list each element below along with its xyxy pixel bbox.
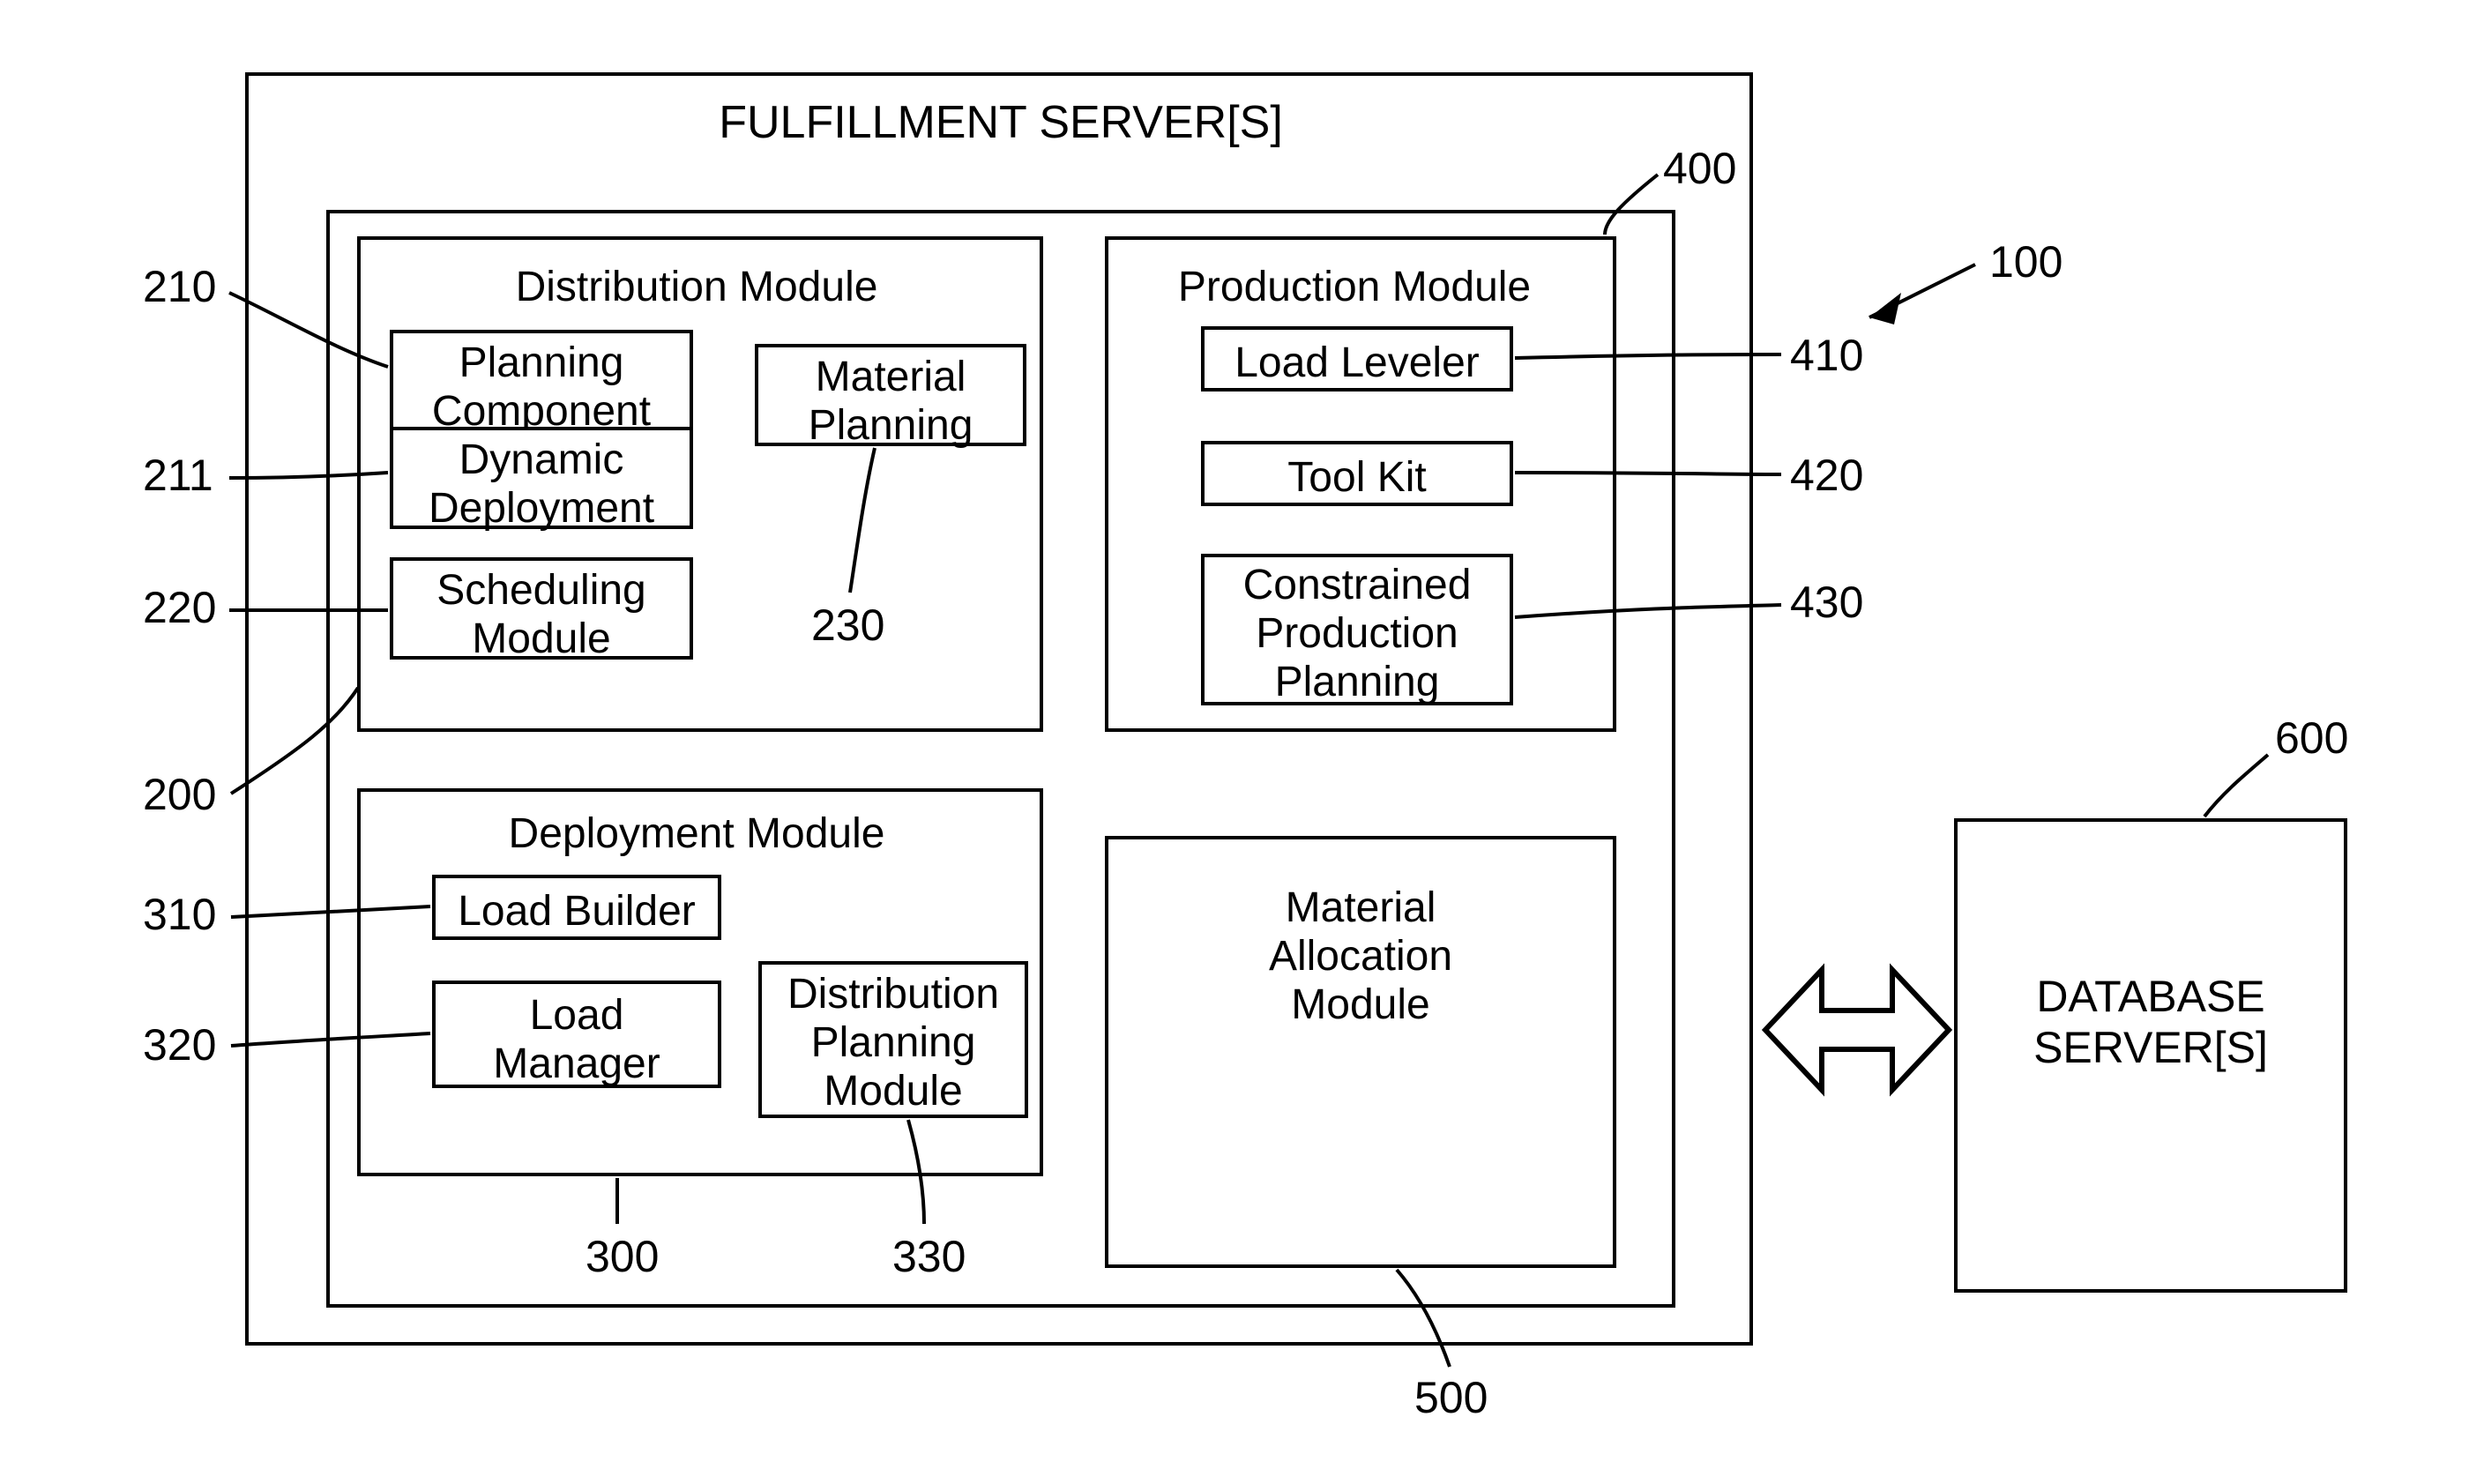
load-builder-label: Load Builder (432, 887, 721, 936)
ref-100: 100 (1989, 236, 2062, 287)
ref-420: 420 (1790, 450, 1863, 501)
planning-component-label: Planning Component (390, 339, 693, 436)
ref-200: 200 (143, 769, 216, 820)
material-planning-label: Material Planning (755, 353, 1026, 450)
ref-410: 410 (1790, 330, 1863, 381)
ref-600: 600 (2275, 712, 2348, 764)
ref-430: 430 (1790, 577, 1863, 628)
dynamic-deployment-label: Dynamic Deployment (390, 436, 693, 533)
distribution-title: Distribution Module (467, 263, 926, 311)
production-title: Production Module (1143, 263, 1566, 311)
ref-330: 330 (892, 1231, 966, 1282)
ref-230: 230 (811, 600, 884, 651)
ref-300: 300 (586, 1231, 659, 1282)
tool-kit-label: Tool Kit (1201, 453, 1513, 502)
constrained-planning-label: Constrained Production Planning (1201, 561, 1513, 707)
load-leveler-label: Load Leveler (1201, 339, 1513, 387)
scheduling-module-label: Scheduling Module (390, 566, 693, 663)
ref-211: 211 (143, 450, 213, 501)
distribution-planning-label: Distribution Planning Module (758, 970, 1028, 1116)
ref-320: 320 (143, 1019, 216, 1070)
fulfillment-title: FULFILLMENT SERVER[S] (653, 97, 1349, 150)
load-manager-label: Load Manager (432, 991, 721, 1088)
deployment-title: Deployment Module (432, 809, 961, 858)
ref-220: 220 (143, 582, 216, 633)
double-arrow-icon (1765, 970, 1949, 1090)
ref-400: 400 (1663, 143, 1736, 194)
ref-310: 310 (143, 889, 216, 940)
material-allocation-label: Material Allocation Module (1105, 884, 1616, 1030)
ref-500: 500 (1414, 1372, 1488, 1423)
database-server-label: DATABASE SERVER[S] (1954, 972, 2347, 1073)
ref-210: 210 (143, 261, 216, 312)
